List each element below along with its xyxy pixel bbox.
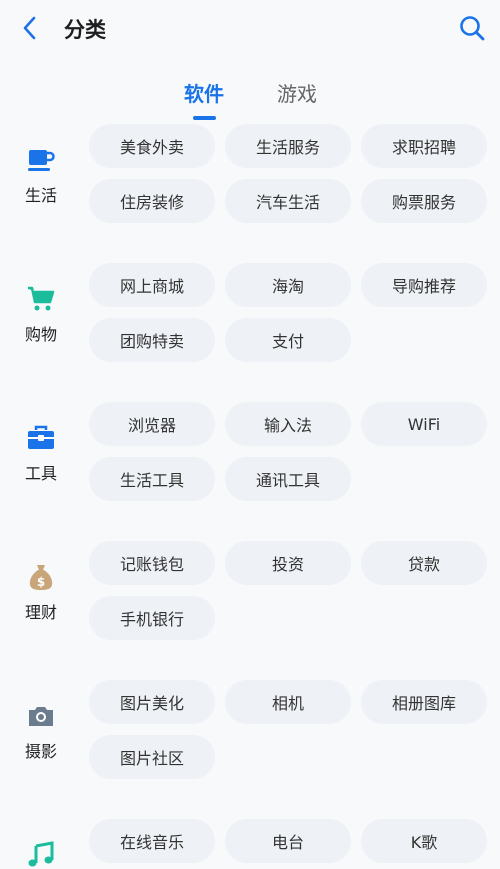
category-section-music: 在线音乐 电台 K歌 <box>0 819 500 869</box>
chip-loans[interactable]: 贷款 <box>361 541 487 585</box>
category-section-finance: $ 理财 记账钱包 投资 贷款 手机银行 <box>0 541 500 680</box>
chip-payment[interactable]: 支付 <box>225 318 351 362</box>
chip-life-services[interactable]: 生活服务 <box>225 124 351 168</box>
category-list: 生活 美食外卖 生活服务 求职招聘 住房装修 汽车生活 购票服务 购物 网上商城… <box>0 124 500 869</box>
chip-input-method[interactable]: 输入法 <box>225 402 351 446</box>
search-icon <box>460 16 485 41</box>
category-label: 购物 <box>24 325 57 344</box>
camera-icon <box>25 700 57 732</box>
category-finance[interactable]: $ 理财 <box>0 561 82 623</box>
page-title: 分类 <box>64 18 106 42</box>
chip-tickets[interactable]: 购票服务 <box>361 179 487 223</box>
category-label: 工具 <box>24 464 57 483</box>
category-tools[interactable]: 工具 <box>0 422 82 484</box>
svg-text:$: $ <box>37 575 45 589</box>
chip-radio[interactable]: 电台 <box>225 819 351 863</box>
chip-wifi[interactable]: WiFi <box>361 402 487 446</box>
chip-online-music[interactable]: 在线音乐 <box>89 819 215 863</box>
category-label: 理财 <box>24 603 57 622</box>
chip-life-tools[interactable]: 生活工具 <box>89 457 215 501</box>
toolbox-icon <box>25 422 57 454</box>
chevron-left-icon <box>23 16 36 40</box>
category-section-photography: 摄影 图片美化 相机 相册图库 图片社区 <box>0 680 500 819</box>
category-label: 摄影 <box>24 742 57 761</box>
chip-jobs[interactable]: 求职招聘 <box>361 124 487 168</box>
chip-wallet[interactable]: 记账钱包 <box>89 541 215 585</box>
category-section-shopping: 购物 网上商城 海淘 导购推荐 团购特卖 支付 <box>0 263 500 402</box>
chip-mobile-banking[interactable]: 手机银行 <box>89 596 215 640</box>
category-music[interactable] <box>0 839 82 869</box>
chip-gallery[interactable]: 相册图库 <box>361 680 487 724</box>
chip-food-delivery[interactable]: 美食外卖 <box>89 124 215 168</box>
category-life[interactable]: 生活 <box>0 144 82 206</box>
category-shopping[interactable]: 购物 <box>0 283 82 345</box>
active-tab-indicator <box>193 116 216 120</box>
chip-communication-tools[interactable]: 通讯工具 <box>225 457 351 501</box>
chip-investment[interactable]: 投资 <box>225 541 351 585</box>
chip-online-mall[interactable]: 网上商城 <box>89 263 215 307</box>
tab-bar: 软件 游戏 <box>0 62 500 124</box>
chip-shopping-guide[interactable]: 导购推荐 <box>361 263 487 307</box>
chip-group-buy[interactable]: 团购特卖 <box>89 318 215 362</box>
chip-housing[interactable]: 住房装修 <box>89 179 215 223</box>
shopping-cart-icon <box>25 283 57 315</box>
chip-karaoke[interactable]: K歌 <box>361 819 487 863</box>
category-label: 生活 <box>24 186 57 205</box>
tab-software[interactable]: 软件 <box>184 78 224 107</box>
category-section-tools: 工具 浏览器 输入法 WiFi 生活工具 通讯工具 <box>0 402 500 541</box>
money-bag-icon: $ <box>25 561 57 593</box>
coffee-cup-icon <box>25 144 57 176</box>
category-section-life: 生活 美食外卖 生活服务 求职招聘 住房装修 汽车生活 购票服务 <box>0 124 500 263</box>
category-photography[interactable]: 摄影 <box>0 700 82 762</box>
chip-browser[interactable]: 浏览器 <box>89 402 215 446</box>
chip-photo-beautify[interactable]: 图片美化 <box>89 680 215 724</box>
chip-photo-community[interactable]: 图片社区 <box>89 735 215 779</box>
tab-games[interactable]: 游戏 <box>277 78 317 107</box>
back-button[interactable] <box>14 12 46 44</box>
search-button[interactable] <box>456 12 488 44</box>
chip-car-life[interactable]: 汽车生活 <box>225 179 351 223</box>
chip-camera[interactable]: 相机 <box>225 680 351 724</box>
app-header: 分类 <box>0 0 500 62</box>
music-note-icon <box>25 839 57 869</box>
chip-overseas[interactable]: 海淘 <box>225 263 351 307</box>
